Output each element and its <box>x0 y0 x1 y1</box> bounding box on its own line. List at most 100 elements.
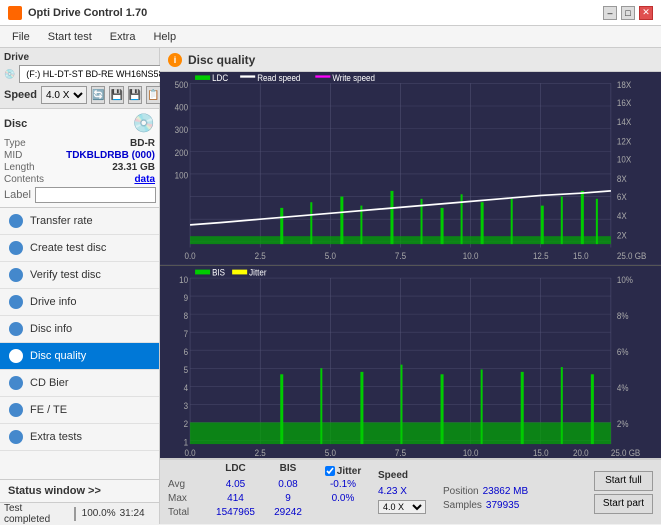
status-section: Status window >> <box>0 479 159 502</box>
avg-bis: 0.08 <box>278 479 297 493</box>
menu-file[interactable]: File <box>4 29 38 45</box>
sidebar-label-drive-info: Drive info <box>30 296 76 308</box>
svg-text:200: 200 <box>175 147 189 158</box>
svg-text:7: 7 <box>184 328 189 339</box>
sidebar-item-fe-te[interactable]: FE / TE <box>0 397 159 424</box>
sidebar-label-transfer-rate: Transfer rate <box>30 215 93 227</box>
minimize-button[interactable]: – <box>603 6 617 20</box>
maximize-button[interactable]: □ <box>621 6 635 20</box>
max-jitter: 0.0% <box>332 493 355 507</box>
max-bis: 9 <box>285 493 291 507</box>
avg-ldc: 4.05 <box>226 479 245 493</box>
sidebar-label-verify-test-disc: Verify test disc <box>30 269 101 281</box>
sidebar-label-cd-bier: CD Bier <box>30 377 69 389</box>
avg-jitter: -0.1% <box>330 479 356 493</box>
sidebar-item-extra-tests[interactable]: Extra tests <box>0 424 159 451</box>
main-layout: Drive 💿 (F:) HL-DT-ST BD-RE WH16NS58 TST… <box>0 48 661 524</box>
speed-col-header: Speed <box>378 470 408 486</box>
disc-type-value: BD-R <box>130 138 155 149</box>
disc-type-row: Type BD-R <box>4 138 155 149</box>
start-full-button[interactable]: Start full <box>594 471 653 491</box>
nav-items: Transfer rate Create test disc Verify te… <box>0 208 159 479</box>
svg-text:10X: 10X <box>617 154 632 165</box>
svg-text:25.0 GB: 25.0 GB <box>611 447 640 458</box>
title-bar-left: Opti Drive Control 1.70 <box>8 6 147 20</box>
sidebar-item-disc-quality[interactable]: Disc quality <box>0 343 159 370</box>
sidebar-item-verify-test-disc[interactable]: Verify test disc <box>0 262 159 289</box>
bottom-panel: Avg Max Total LDC 4.05 414 1547965 BIS 0… <box>160 458 661 524</box>
content-header: i Disc quality <box>160 48 661 72</box>
progress-pct: 100.0% <box>80 508 115 519</box>
disc-type-label: Type <box>4 138 26 149</box>
position-value: 23862 MB <box>483 486 529 500</box>
svg-text:2.5: 2.5 <box>255 250 266 261</box>
svg-text:5: 5 <box>184 364 189 375</box>
total-bis: 29242 <box>274 507 302 521</box>
max-ldc: 414 <box>227 493 244 507</box>
charts-wrapper: 500 400 300 200 100 18X 16X 14X 12X 10X … <box>160 72 661 458</box>
extra-tests-icon <box>8 429 24 445</box>
speed-icon-2[interactable]: 💾 <box>109 86 123 104</box>
speed-select-stats[interactable]: 4.0 X <box>378 500 426 514</box>
speed-icon-4[interactable]: 📋 <box>146 86 160 104</box>
content-title: Disc quality <box>188 53 255 67</box>
svg-text:3: 3 <box>184 400 189 411</box>
disc-mid-row: MID TDKBLDRBB (000) <box>4 150 155 161</box>
drive-select-row: 💿 (F:) HL-DT-ST BD-RE WH16NS58 TST4 ⏏ <box>4 65 155 83</box>
sidebar-item-disc-info[interactable]: Disc info <box>0 316 159 343</box>
transfer-rate-icon <box>8 213 24 229</box>
start-part-button[interactable]: Start part <box>594 494 653 514</box>
bis-header: BIS <box>280 463 297 479</box>
disc-image-icon: 💿 <box>133 113 155 134</box>
sidebar-label-disc-info: Disc info <box>30 323 72 335</box>
menu-start-test[interactable]: Start test <box>40 29 100 45</box>
jitter-checkbox[interactable] <box>325 466 335 476</box>
disc-quality-icon <box>8 348 24 364</box>
total-ldc: 1547965 <box>216 507 255 521</box>
svg-text:4%: 4% <box>617 382 629 393</box>
position-label: Position <box>443 486 479 500</box>
status-text: Test completed <box>4 503 70 525</box>
disc-contents-row: Contents data <box>4 174 155 185</box>
svg-text:2.5: 2.5 <box>255 447 266 458</box>
speed-icon-3[interactable]: 💾 <box>128 86 142 104</box>
sidebar-item-transfer-rate[interactable]: Transfer rate <box>0 208 159 235</box>
speed-select-main[interactable]: 4.0 X <box>41 86 87 104</box>
jitter-col: Jitter -0.1% 0.0% <box>318 463 368 521</box>
speed-col: Speed 4.23 X 4.0 X <box>378 470 433 514</box>
status-window-item[interactable]: Status window >> <box>0 480 159 502</box>
menu-bar: File Start test Extra Help <box>0 26 661 48</box>
menu-extra[interactable]: Extra <box>102 29 144 45</box>
disc-label-label: Label <box>4 189 31 201</box>
svg-text:500: 500 <box>175 79 189 90</box>
speed-icon-1[interactable]: 🔄 <box>91 86 105 104</box>
sidebar-label-create-test-disc: Create test disc <box>30 242 106 254</box>
svg-text:18X: 18X <box>617 79 632 90</box>
app-title: Opti Drive Control 1.70 <box>28 7 147 19</box>
svg-text:4: 4 <box>184 382 189 393</box>
svg-text:12X: 12X <box>617 136 632 147</box>
disc-label-input[interactable] <box>35 187 156 203</box>
sidebar-item-cd-bier[interactable]: CD Bier <box>0 370 159 397</box>
disc-length-value: 23.31 GB <box>112 162 155 173</box>
svg-text:Read speed: Read speed <box>257 73 300 84</box>
svg-text:15.0: 15.0 <box>533 447 549 458</box>
samples-label: Samples <box>443 500 482 514</box>
disc-section-header: Disc 💿 <box>4 113 155 134</box>
svg-text:20.0: 20.0 <box>573 447 589 458</box>
disc-label: Disc <box>4 118 27 130</box>
sidebar-item-drive-info[interactable]: Drive info <box>0 289 159 316</box>
ldc-header: LDC <box>225 463 246 479</box>
sidebar-item-create-test-disc[interactable]: Create test disc <box>0 235 159 262</box>
total-label: Total <box>168 507 203 521</box>
svg-text:10: 10 <box>179 274 188 285</box>
disc-contents-value[interactable]: data <box>134 174 155 185</box>
close-button[interactable]: ✕ <box>639 6 653 20</box>
progress-bar-outer <box>74 507 76 521</box>
svg-text:9: 9 <box>184 292 189 303</box>
menu-help[interactable]: Help <box>145 29 184 45</box>
svg-text:LDC: LDC <box>212 73 228 84</box>
speed-label: Speed <box>4 89 37 101</box>
sidebar: Drive 💿 (F:) HL-DT-ST BD-RE WH16NS58 TST… <box>0 48 160 524</box>
disc-label-row: Label 🔍 <box>4 187 155 203</box>
